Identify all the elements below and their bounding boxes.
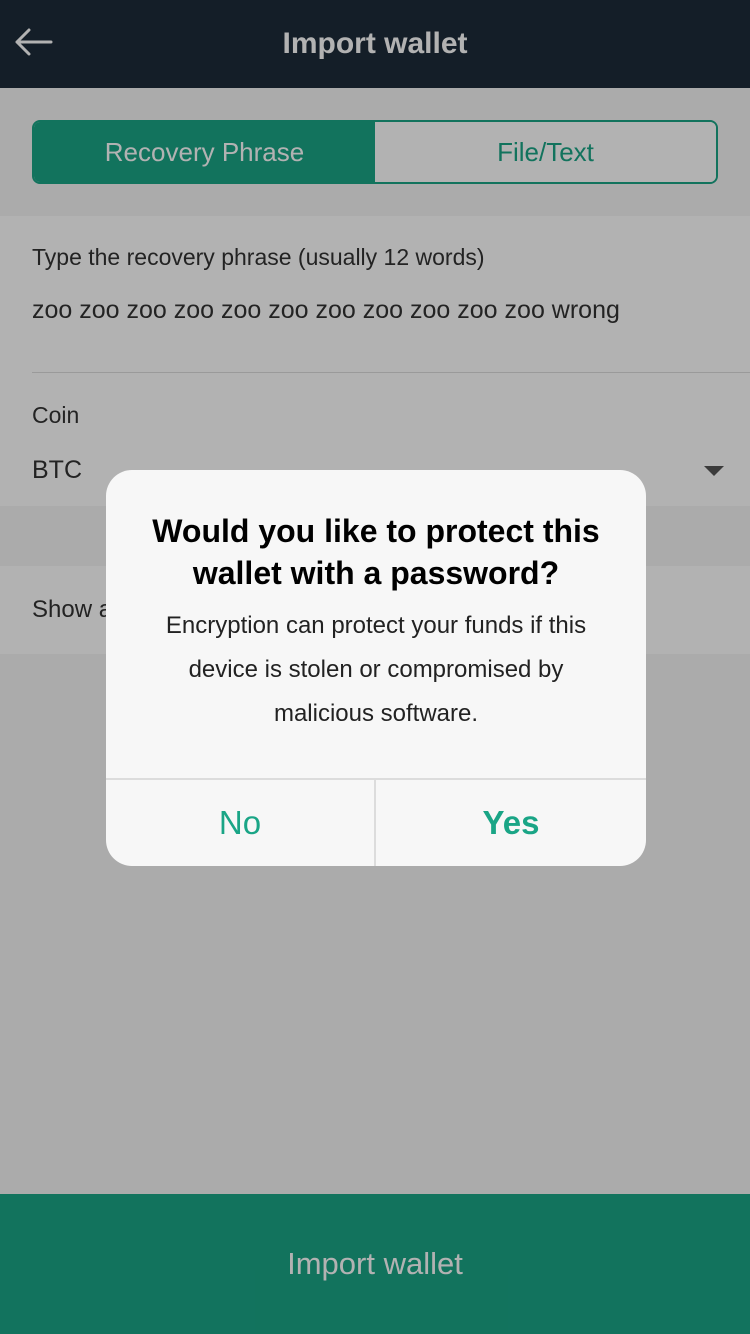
yes-button[interactable]: Yes [376,780,646,866]
no-button[interactable]: No [106,780,374,866]
dialog-title: Would you like to protect this wallet wi… [152,513,600,591]
dialog-message: Encryption can protect your funds if thi… [165,612,587,727]
password-dialog: Would you like to protect this wallet wi… [106,470,646,866]
